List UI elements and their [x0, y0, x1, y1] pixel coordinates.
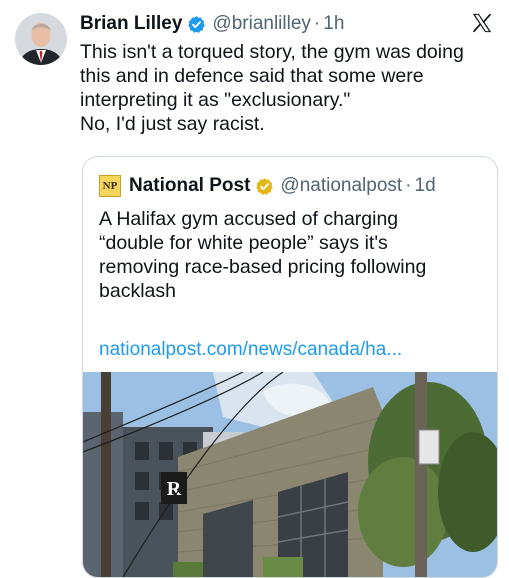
tweet[interactable]: Brian Lilley @brianlilley · 1h This isn'…	[0, 0, 509, 578]
author-handle[interactable]: @brianlilley	[212, 13, 311, 35]
quoted-tweet-card[interactable]: NP National Post @nationalpost · 1d A Ha…	[82, 156, 498, 578]
separator-dot: ·	[313, 13, 321, 34]
quoted-text-line: A Halifax gym accused of charging	[99, 208, 399, 230]
tweet-text-line: No, I'd just say racist.	[80, 113, 265, 135]
quoted-text-line: removing race-based pricing following	[99, 256, 427, 278]
x-logo-icon	[472, 13, 492, 33]
quoted-text-line: backlash	[99, 280, 176, 302]
quoted-author-handle[interactable]: @nationalpost	[280, 175, 402, 197]
quoted-tweet-header: NP National Post @nationalpost · 1d	[99, 173, 436, 199]
verified-badge-icon	[188, 15, 206, 33]
quoted-tweet-time[interactable]: 1d	[415, 175, 436, 197]
tweet-header: Brian Lilley @brianlilley · 1h	[80, 10, 344, 38]
article-link[interactable]: nationalpost.com/news/canada/ha...	[99, 339, 402, 361]
gold-verified-badge-icon	[256, 177, 274, 195]
tweet-text-line: interpreting it as "exclusionary."	[80, 89, 351, 111]
tweet-text: This isn't a torqued story, the gym was …	[80, 40, 495, 136]
avatar-portrait	[15, 13, 67, 65]
tweet-text-line: this and in defence said that some were	[80, 65, 424, 87]
article-photo[interactable]: R	[83, 372, 497, 577]
quoted-separator-dot: ·	[405, 175, 412, 196]
tweet-time[interactable]: 1h	[323, 13, 344, 35]
avatar[interactable]	[15, 13, 67, 65]
tweet-text-line: This isn't a torqued story, the gym was …	[80, 41, 464, 63]
logo-text: NP	[102, 180, 118, 192]
author-name[interactable]: Brian Lilley	[80, 13, 182, 35]
national-post-logo[interactable]: NP	[99, 175, 121, 197]
quoted-tweet-text: A Halifax gym accused of charging “doubl…	[99, 207, 484, 303]
quoted-author-name[interactable]: National Post	[129, 175, 250, 197]
quoted-text-line: “double for white people” says it's	[99, 232, 388, 254]
